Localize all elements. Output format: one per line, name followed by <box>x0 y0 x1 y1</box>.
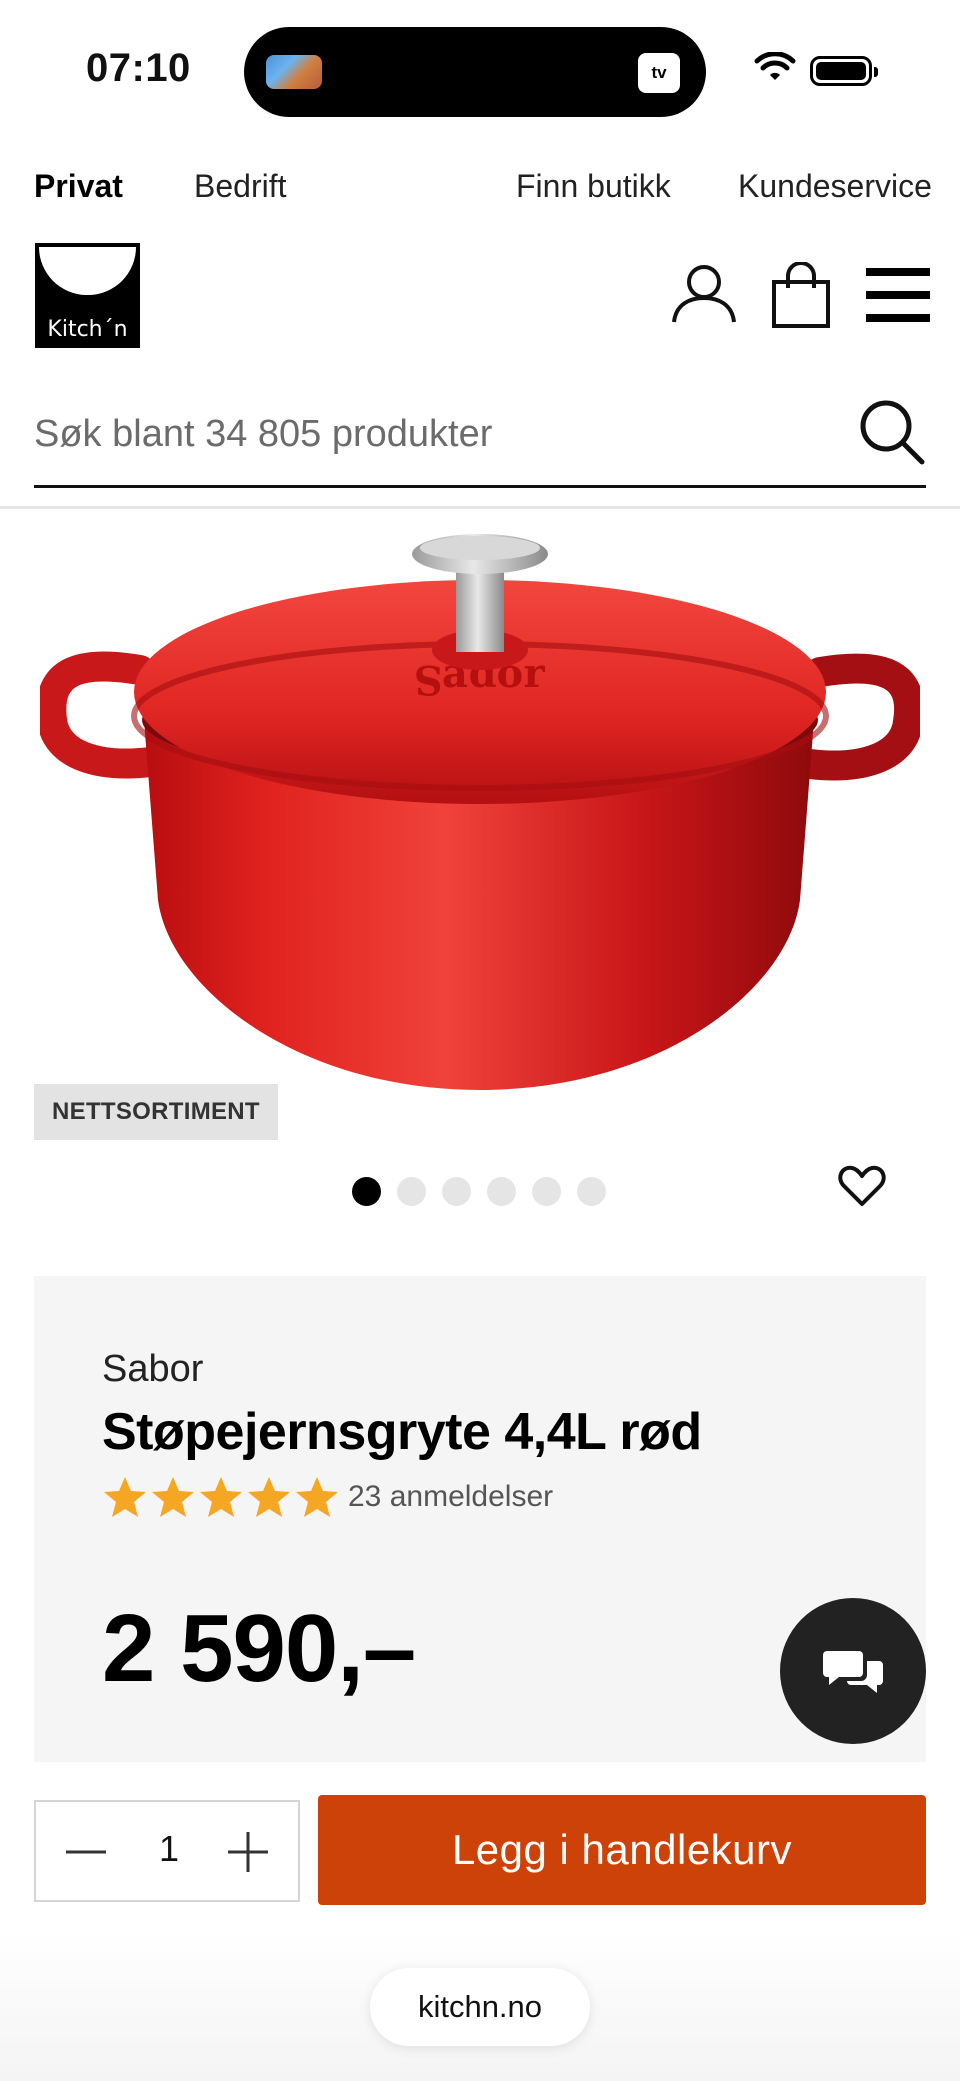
nav-finn-butikk[interactable]: Finn butikk <box>516 168 671 205</box>
menu-icon[interactable] <box>866 266 930 324</box>
plus-icon[interactable] <box>220 1824 276 1880</box>
status-bar: 07:10 tv <box>0 0 960 140</box>
media-thumbnail-icon <box>266 55 322 89</box>
carousel-dot[interactable] <box>487 1177 516 1206</box>
quantity-value[interactable]: 1 <box>132 1828 206 1870</box>
image-carousel-dots <box>352 1177 606 1207</box>
product-title: Støpejernsgryte 4,4L rød <box>102 1403 702 1461</box>
product-brand[interactable]: Sabor <box>102 1348 203 1391</box>
star-icon <box>248 1477 290 1517</box>
carousel-dot[interactable] <box>532 1177 561 1206</box>
carousel-dot[interactable] <box>397 1177 426 1206</box>
star-icon <box>104 1477 146 1517</box>
product-rating[interactable]: 23 anmeldelser <box>102 1474 553 1520</box>
minus-icon[interactable] <box>58 1824 114 1880</box>
wifi-icon <box>754 52 796 80</box>
product-price: 2 590,– <box>102 1595 416 1702</box>
logo-bowl-icon <box>39 247 136 295</box>
search-icon[interactable] <box>856 396 926 466</box>
review-count[interactable]: 23 anmeldelser <box>348 1480 553 1514</box>
nettsortiment-badge: NETTSORTIMENT <box>34 1084 278 1140</box>
add-to-cart-button[interactable]: Legg i handlekurv <box>318 1795 926 1905</box>
quantity-stepper: 1 <box>34 1800 300 1902</box>
heart-icon[interactable] <box>838 1164 886 1208</box>
status-time: 07:10 <box>86 46 191 90</box>
product-image[interactable]: ɹopɐS <box>40 520 920 1100</box>
nav-kundeservice[interactable]: Kundeservice <box>738 168 932 205</box>
top-nav: Privat Bedrift Finn butikk Kundeservice <box>0 168 960 218</box>
chat-icon <box>823 1651 883 1693</box>
logo-text: Kitch´n <box>47 317 128 342</box>
star-icon <box>296 1477 338 1517</box>
star-icon <box>200 1477 242 1517</box>
nav-privat[interactable]: Privat <box>34 168 123 205</box>
user-icon[interactable] <box>670 262 738 326</box>
star-icon <box>152 1477 194 1517</box>
shopping-bag-icon[interactable] <box>770 262 832 330</box>
search-input[interactable] <box>34 404 834 464</box>
star-rating <box>102 1475 340 1519</box>
dynamic-island: tv <box>244 27 706 117</box>
battery-icon <box>810 56 878 86</box>
apple-tv-icon: tv <box>638 53 680 93</box>
header-divider <box>0 506 960 509</box>
carousel-dot[interactable] <box>577 1177 606 1206</box>
carousel-dot[interactable] <box>442 1177 471 1206</box>
chat-button[interactable] <box>780 1598 926 1744</box>
kitchn-logo[interactable]: Kitch´n <box>35 243 140 348</box>
nav-bedrift[interactable]: Bedrift <box>194 168 286 205</box>
browser-url-pill[interactable]: kitchn.no <box>370 1968 590 2046</box>
search-bar <box>34 390 926 488</box>
carousel-dot[interactable] <box>352 1177 381 1206</box>
